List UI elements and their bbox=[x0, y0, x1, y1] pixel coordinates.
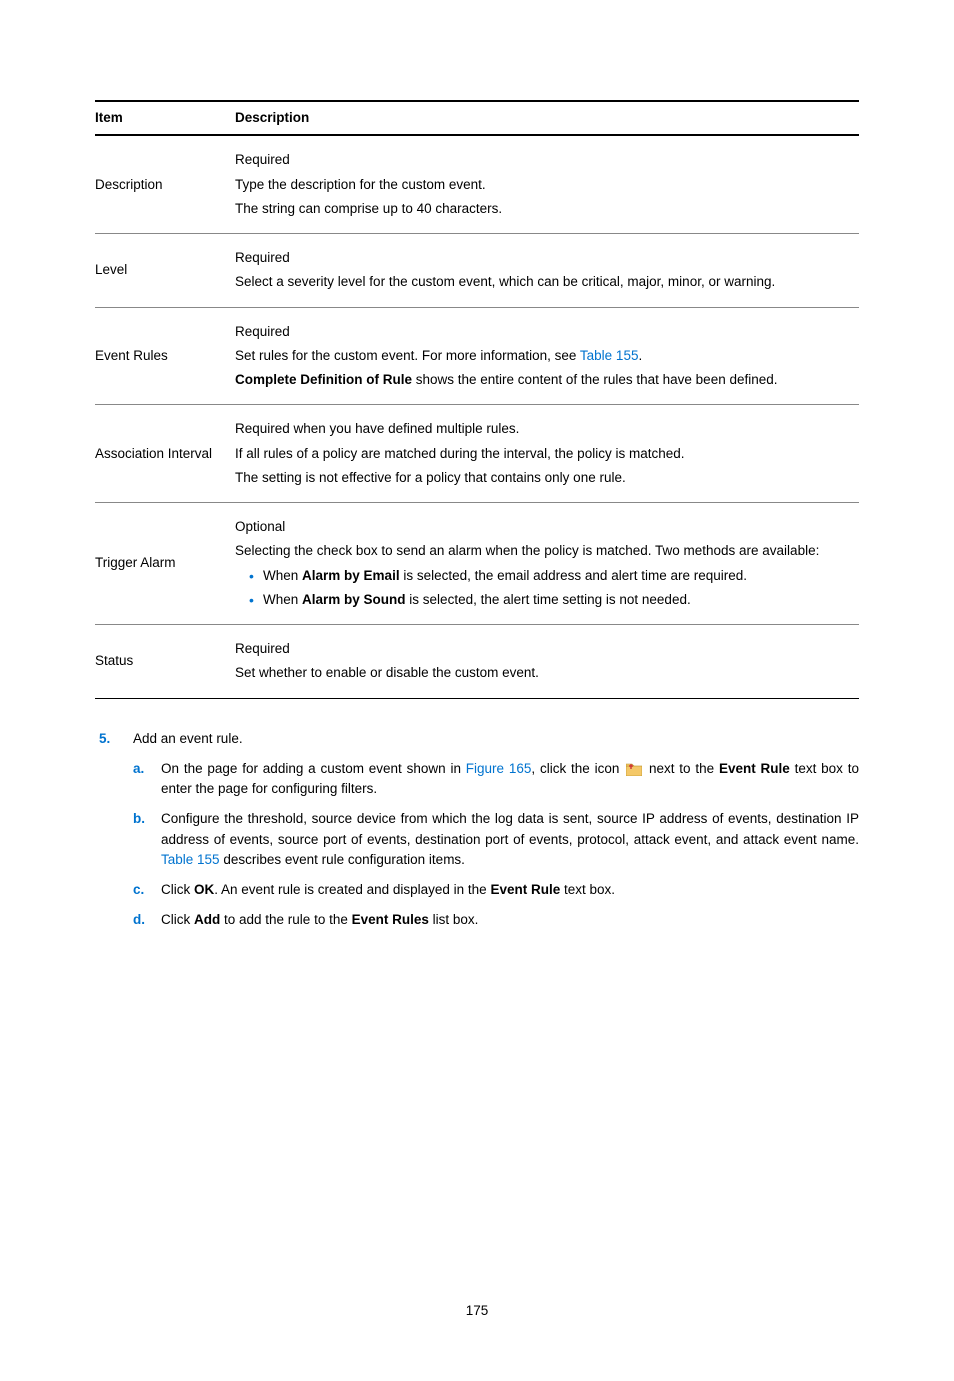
bold-text: Event Rule bbox=[719, 761, 790, 776]
sub-step-letter: a. bbox=[133, 759, 161, 800]
item-cell: Trigger Alarm bbox=[95, 503, 235, 625]
description-line: Optional bbox=[235, 517, 849, 537]
bold-text: Alarm by Email bbox=[302, 568, 400, 583]
sub-step-letter: c. bbox=[133, 880, 161, 900]
description-line: Required bbox=[235, 150, 849, 170]
bold-text: OK bbox=[194, 882, 214, 897]
bold-text: Add bbox=[194, 912, 220, 927]
bold-text: Event Rule bbox=[490, 882, 560, 897]
sub-step-content: Configure the threshold, source device f… bbox=[161, 809, 859, 870]
sub-step-letter: d. bbox=[133, 910, 161, 930]
bullet-item: When Alarm by Sound is selected, the ale… bbox=[249, 590, 849, 610]
description-line: Type the description for the custom even… bbox=[235, 175, 849, 195]
bold-text: Alarm by Sound bbox=[302, 592, 406, 607]
item-cell: Status bbox=[95, 625, 235, 699]
description-cell: Required Select a severity level for the … bbox=[235, 234, 859, 308]
description-line: The string can comprise up to 40 charact… bbox=[235, 199, 849, 219]
step-text: Add an event rule. bbox=[133, 729, 859, 749]
table-row: Association IntervalRequired when you ha… bbox=[95, 405, 859, 503]
description-line: Set whether to enable or disable the cus… bbox=[235, 663, 849, 683]
item-cell: Event Rules bbox=[95, 307, 235, 405]
link-ref[interactable]: Table 155 bbox=[580, 348, 639, 363]
sub-step: d.Click Add to add the rule to the Event… bbox=[133, 910, 859, 930]
table-row: StatusRequired Set whether to enable or d… bbox=[95, 625, 859, 699]
description-line: Selecting the check box to send an alarm… bbox=[235, 541, 849, 561]
description-line: Set rules for the custom event. For more… bbox=[235, 346, 849, 366]
sub-step: b.Configure the threshold, source device… bbox=[133, 809, 859, 870]
bullet-list: When Alarm by Email is selected, the ema… bbox=[249, 566, 849, 611]
description-cell: Required Set whether to enable or disable… bbox=[235, 625, 859, 699]
description-cell: Required when you have defined multiple … bbox=[235, 405, 859, 503]
bold-text: Event Rules bbox=[352, 912, 429, 927]
step-number: 5. bbox=[95, 729, 133, 749]
sub-step-letter: b. bbox=[133, 809, 161, 870]
sub-step-content: Click Add to add the rule to the Event R… bbox=[161, 910, 859, 930]
description-line: The setting is not effective for a polic… bbox=[235, 468, 849, 488]
sub-step: a.On the page for adding a custom event … bbox=[133, 759, 859, 800]
folder-icon bbox=[626, 763, 642, 776]
sub-step: c.Click OK. An event rule is created and… bbox=[133, 880, 859, 900]
description-line: If all rules of a policy are matched dur… bbox=[235, 444, 849, 464]
header-description: Description bbox=[235, 101, 859, 135]
header-item: Item bbox=[95, 101, 235, 135]
config-table: Item Description DescriptionRequiredType… bbox=[95, 100, 859, 699]
description-line: Required bbox=[235, 248, 849, 268]
description-cell: Required Set rules for the custom event. … bbox=[235, 307, 859, 405]
step-5: 5. Add an event rule. bbox=[95, 729, 859, 749]
table-row: LevelRequired Select a severity level for… bbox=[95, 234, 859, 308]
description-cell: Optional Selecting the check box to send … bbox=[235, 503, 859, 625]
description-line: Required bbox=[235, 639, 849, 659]
table-row: Trigger AlarmOptional Selecting the check… bbox=[95, 503, 859, 625]
link-ref[interactable]: Figure 165 bbox=[466, 761, 532, 776]
table-row: DescriptionRequired Type the description … bbox=[95, 135, 859, 233]
description-line: Required bbox=[235, 322, 849, 342]
bold-text: Complete Definition of Rule bbox=[235, 372, 412, 387]
link-ref[interactable]: Table 155 bbox=[161, 852, 220, 867]
page-number: 175 bbox=[95, 1301, 859, 1321]
description-cell: Required Type the description for the cus… bbox=[235, 135, 859, 233]
item-cell: Description bbox=[95, 135, 235, 233]
sub-step-content: Click OK. An event rule is created and d… bbox=[161, 880, 859, 900]
description-line: Complete Definition of Rule shows the en… bbox=[235, 370, 849, 390]
table-row: Event RulesRequired Set rules for the cus… bbox=[95, 307, 859, 405]
sub-step-content: On the page for adding a custom event sh… bbox=[161, 759, 859, 800]
item-cell: Level bbox=[95, 234, 235, 308]
description-line: Select a severity level for the custom e… bbox=[235, 272, 849, 292]
description-line: Required when you have defined multiple … bbox=[235, 419, 849, 439]
bullet-item: When Alarm by Email is selected, the ema… bbox=[249, 566, 849, 586]
item-cell: Association Interval bbox=[95, 405, 235, 503]
